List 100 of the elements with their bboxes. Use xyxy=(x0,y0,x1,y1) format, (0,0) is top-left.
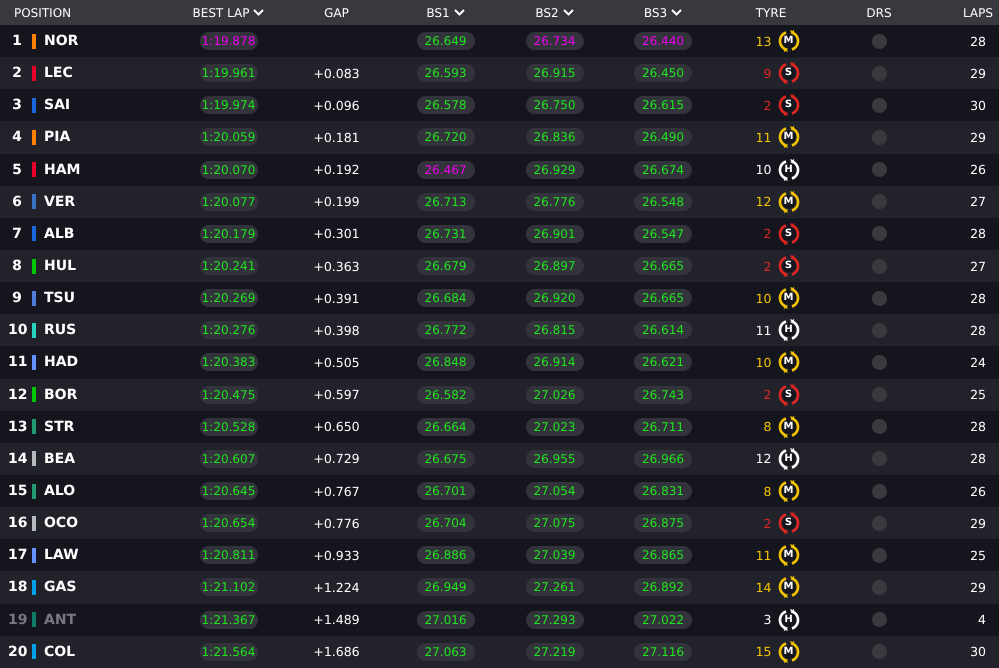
tyre-age: 2 xyxy=(762,258,772,274)
lap-time: 26.490 xyxy=(634,128,692,146)
lap-time: 26.929 xyxy=(526,160,584,179)
lap-time: 26.772 xyxy=(416,321,474,340)
tyre-compound-letter: M xyxy=(782,130,794,144)
tyre-ring-icon xyxy=(776,29,800,54)
driver-code: ALO xyxy=(44,483,76,500)
lap-time: 26.848 xyxy=(416,353,474,372)
tyre-age: 8 xyxy=(762,419,772,434)
tyre-age: 10 xyxy=(756,354,772,370)
lap-time: 26.711 xyxy=(634,418,692,436)
position-number: 1 xyxy=(11,33,23,50)
lap-time: 27.063 xyxy=(416,642,474,661)
column-header[interactable]: BEST LAP xyxy=(192,6,264,20)
gap-time: +0.181 xyxy=(313,130,360,145)
gap-time: +0.096 xyxy=(313,98,360,113)
lap-time: 26.901 xyxy=(526,224,584,243)
gap-time: +1.489 xyxy=(313,612,360,628)
tyre-compound-letter: S xyxy=(784,516,794,530)
tyre-ring-icon xyxy=(776,382,800,407)
lap-time: 26.914 xyxy=(526,353,584,372)
tyre-ring-icon xyxy=(776,350,800,374)
tyre-ring-icon xyxy=(776,446,800,471)
lap-time: 1:20.607 xyxy=(200,450,258,468)
tyre-compound-letter: H xyxy=(783,452,794,466)
driver-code: HAD xyxy=(44,354,78,370)
tyre-ring-icon xyxy=(776,222,800,246)
tyre-compound-letter: H xyxy=(783,162,794,177)
lap-time: 26.915 xyxy=(526,64,584,82)
lap-time: 1:20.269 xyxy=(200,289,258,308)
column-header[interactable]: BS2 xyxy=(535,6,574,20)
lap-count: 30 xyxy=(969,98,987,113)
lap-time: 1:20.475 xyxy=(200,386,258,404)
position-number: 6 xyxy=(11,194,23,210)
column-header: POSITION xyxy=(14,6,72,20)
lap-time: 26.865 xyxy=(634,546,692,564)
column-header[interactable]: BS1 xyxy=(426,6,465,20)
lap-time: 1:20.276 xyxy=(200,321,258,340)
tyre-ring-icon xyxy=(776,61,800,86)
gap-time: +0.363 xyxy=(313,258,360,274)
driver-code: PIA xyxy=(44,129,70,146)
column-header[interactable]: BS3 xyxy=(644,6,682,20)
tyre-compound-letter: H xyxy=(783,612,794,627)
lap-time: 26.831 xyxy=(634,482,692,500)
lap-time: 27.219 xyxy=(526,642,584,661)
lap-time: 26.836 xyxy=(526,128,584,146)
tyre-age: 8 xyxy=(762,484,772,499)
chevron-down-icon xyxy=(562,9,574,16)
gap-time: +0.933 xyxy=(313,548,360,563)
column-header: TYRE xyxy=(756,6,786,20)
lap-count: 26 xyxy=(969,162,987,178)
lap-time: 26.615 xyxy=(634,96,692,114)
position-number: 19 xyxy=(7,612,26,628)
tyre-age: 9 xyxy=(762,66,772,81)
tyre-compound-letter: S xyxy=(784,98,794,112)
tyre-ring-icon xyxy=(776,158,800,182)
tyre-age: 12 xyxy=(756,451,772,466)
tyre-ring-icon xyxy=(776,640,800,664)
driver-code: OCO xyxy=(44,515,78,532)
lap-time: 26.731 xyxy=(416,224,474,243)
tyre-age: 2 xyxy=(762,516,772,531)
tyre-ring-icon xyxy=(776,286,800,310)
lap-count: 29 xyxy=(969,66,987,81)
position-number: 7 xyxy=(11,226,23,242)
tyre-age: 2 xyxy=(762,226,772,242)
position-number: 11 xyxy=(7,354,26,370)
lap-count: 28 xyxy=(969,419,987,434)
lap-time: 26.664 xyxy=(416,418,474,436)
tyre-compound-letter: S xyxy=(784,259,794,274)
position-number: 13 xyxy=(7,418,26,435)
lap-time: 1:19.878 xyxy=(200,32,258,50)
lap-time: 1:20.179 xyxy=(200,224,258,243)
lap-time: 1:19.974 xyxy=(200,96,258,114)
lap-time: 26.665 xyxy=(634,257,692,276)
driver-code: COL xyxy=(44,644,76,660)
lap-time: 26.548 xyxy=(634,192,692,211)
gap-time: +0.083 xyxy=(313,66,360,81)
gap-time: +0.650 xyxy=(313,419,360,434)
lap-count: 28 xyxy=(969,226,987,242)
lap-time: 26.955 xyxy=(526,450,584,468)
tyre-age: 11 xyxy=(756,130,772,145)
lap-time: 27.293 xyxy=(526,610,584,629)
tyre-ring-icon xyxy=(776,608,800,632)
position-number: 15 xyxy=(7,483,26,500)
lap-time: 27.075 xyxy=(526,514,584,532)
tyre-compound-letter: M xyxy=(782,291,794,306)
lap-count: 28 xyxy=(969,322,987,338)
lap-time: 27.116 xyxy=(634,642,692,661)
lap-time: 26.750 xyxy=(526,96,584,114)
lap-count: 28 xyxy=(969,34,987,49)
tyre-compound-letter: M xyxy=(782,580,794,594)
column-header: DRS xyxy=(866,6,892,20)
lap-count: 27 xyxy=(969,194,987,210)
chevron-down-icon xyxy=(454,9,465,16)
lap-time: 26.897 xyxy=(526,257,584,276)
driver-code: VER xyxy=(44,194,76,210)
driver-code: LEC xyxy=(44,65,73,82)
position-number: 5 xyxy=(11,162,23,178)
lap-time: 1:21.367 xyxy=(200,610,258,629)
gap-time: +0.192 xyxy=(313,162,360,178)
